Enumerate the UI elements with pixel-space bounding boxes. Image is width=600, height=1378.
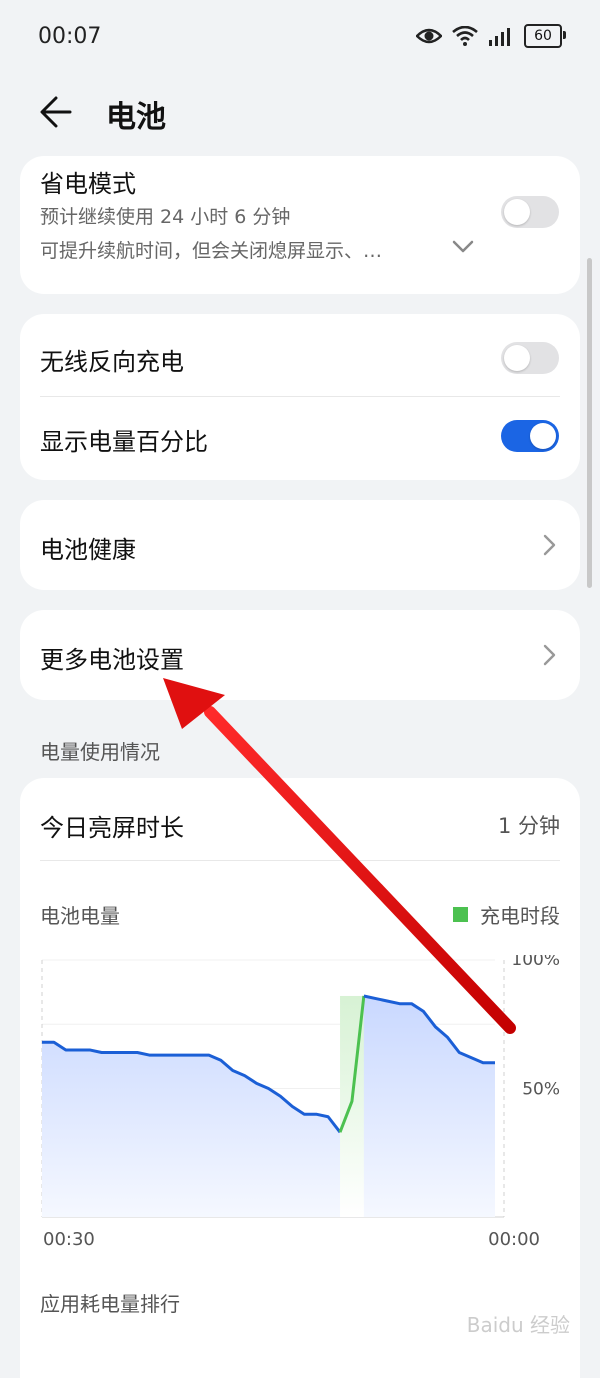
power-saving-toggle[interactable]	[501, 196, 559, 228]
show-percentage-label: 显示电量百分比	[40, 428, 208, 456]
y-tick-label: 100%	[511, 955, 560, 970]
battery-level: 60	[534, 28, 552, 44]
battery-health-row[interactable]: 电池健康	[20, 500, 580, 590]
status-icons: 60	[416, 24, 566, 48]
power-saving-description: 可提升续航时间，但会关闭熄屏显示、…	[40, 240, 383, 262]
eye-icon	[416, 28, 442, 44]
charging-options-card: 无线反向充电 显示电量百分比	[20, 314, 580, 480]
header: 电池	[0, 80, 600, 144]
divider	[40, 860, 560, 861]
chevron-right-icon	[543, 644, 556, 666]
x-tick-label: 00:30	[43, 1229, 95, 1250]
show-percentage-toggle[interactable]	[501, 420, 559, 452]
y-tick-label: 50%	[522, 1080, 560, 1100]
x-tick-label: 00:00	[488, 1229, 540, 1250]
scrollbar[interactable]	[587, 258, 592, 588]
app-ranking-label: 应用耗电量排行	[40, 1292, 180, 1316]
page-title: 电池	[106, 100, 166, 135]
more-battery-settings-label: 更多电池设置	[40, 646, 184, 674]
power-saving-card[interactable]: 省电模式 预计继续使用 24 小时 6 分钟 可提升续航时间，但会关闭熄屏显示、…	[20, 156, 580, 294]
toggle-knob	[504, 199, 530, 225]
divider	[40, 396, 560, 397]
power-saving-title: 省电模式	[40, 170, 136, 198]
wifi-icon	[452, 26, 478, 46]
toggle-knob	[504, 345, 530, 371]
chevron-right-icon	[543, 534, 556, 556]
screen-time-value: 1 分钟	[497, 814, 560, 838]
battery-level-label: 电池电量	[40, 904, 120, 928]
screen-time-label: 今日亮屏时长	[40, 814, 184, 842]
expand-chevron-icon[interactable]	[452, 240, 474, 254]
wireless-reverse-label: 无线反向充电	[40, 348, 184, 376]
battery-chart: 100% 50% 00:30 00:00	[40, 950, 565, 1255]
usage-section-label: 电量使用情况	[40, 740, 160, 764]
legend-charging-swatch	[453, 907, 468, 922]
wireless-reverse-toggle[interactable]	[501, 342, 559, 374]
battery-health-label: 电池健康	[40, 536, 136, 564]
status-bar: 00:07 60	[0, 0, 600, 76]
legend: 充电时段	[453, 900, 560, 929]
battery-area	[42, 995, 495, 1217]
battery-icon: 60	[524, 24, 566, 48]
watermark: Baidu 经验	[466, 1313, 570, 1337]
battery-chart-svg: 100% 50% 00:30 00:00	[41, 950, 560, 1250]
status-time: 00:07	[38, 24, 102, 49]
back-arrow-icon[interactable]	[36, 92, 80, 132]
legend-charging-label: 充电时段	[480, 904, 560, 928]
toggle-knob	[530, 423, 556, 449]
more-battery-settings-row[interactable]: 更多电池设置	[20, 610, 580, 700]
signal-icon	[489, 28, 510, 46]
power-saving-estimate: 预计继续使用 24 小时 6 分钟	[40, 206, 291, 228]
